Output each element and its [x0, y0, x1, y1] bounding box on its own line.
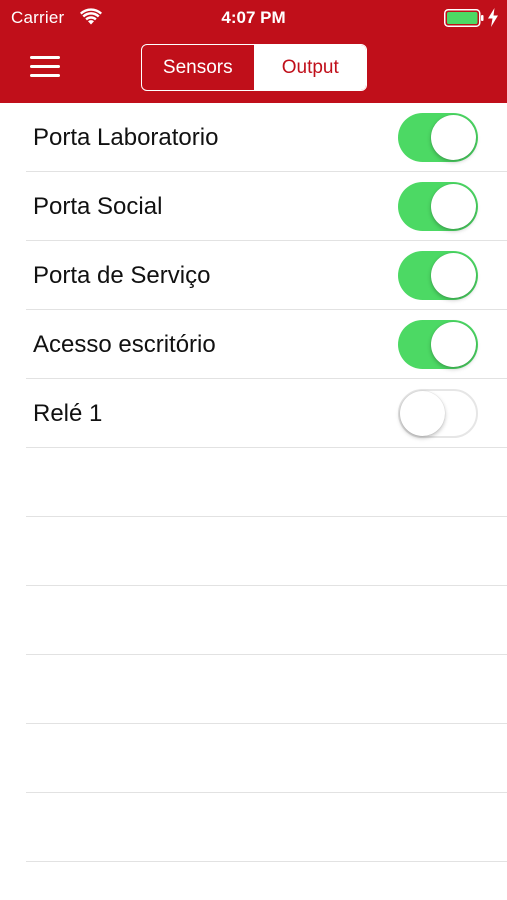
list-item-porta-laboratorio: Porta Laboratorio	[26, 103, 507, 172]
segmented-control: Sensors Output	[141, 44, 367, 91]
empty-row	[26, 724, 507, 793]
toggle-knob	[431, 253, 476, 298]
output-list: Porta Laboratorio Porta Social Porta de …	[0, 103, 507, 862]
status-bar: Carrier 4:07 PM	[0, 0, 507, 36]
output-toggle[interactable]	[398, 113, 478, 162]
navigation-bar: Sensors Output	[0, 36, 507, 103]
battery-icon	[444, 9, 484, 27]
segment-sensors[interactable]: Sensors	[142, 45, 255, 90]
output-toggle[interactable]	[398, 182, 478, 231]
charging-bolt-icon	[488, 8, 498, 27]
toggle-knob	[400, 391, 445, 436]
segment-output[interactable]: Output	[254, 45, 366, 90]
output-label: Porta Social	[33, 193, 163, 220]
app-screen: Carrier 4:07 PM Sensors Output Porta Lab…	[0, 0, 507, 900]
output-label: Relé 1	[33, 400, 103, 427]
output-label: Acesso escritório	[33, 331, 216, 358]
list-item-rele-1: Relé 1	[26, 379, 507, 448]
toggle-knob	[431, 184, 476, 229]
empty-row	[26, 655, 507, 724]
empty-row	[26, 517, 507, 586]
hamburger-menu-icon[interactable]	[30, 56, 60, 78]
output-toggle[interactable]	[398, 320, 478, 369]
toggle-knob	[431, 115, 476, 160]
empty-row	[26, 448, 507, 517]
header: Carrier 4:07 PM Sensors Output	[0, 0, 507, 103]
output-label: Porta de Serviço	[33, 262, 211, 289]
output-toggle[interactable]	[398, 251, 478, 300]
empty-row	[26, 793, 507, 862]
list-item-porta-de-servico: Porta de Serviço	[26, 241, 507, 310]
empty-row	[26, 586, 507, 655]
output-label: Porta Laboratorio	[33, 124, 219, 151]
output-toggle[interactable]	[398, 389, 478, 438]
clock: 4:07 PM	[221, 8, 286, 27]
list-item-acesso-escritorio: Acesso escritório	[26, 310, 507, 379]
toggle-knob	[431, 322, 476, 367]
list-item-porta-social: Porta Social	[26, 172, 507, 241]
